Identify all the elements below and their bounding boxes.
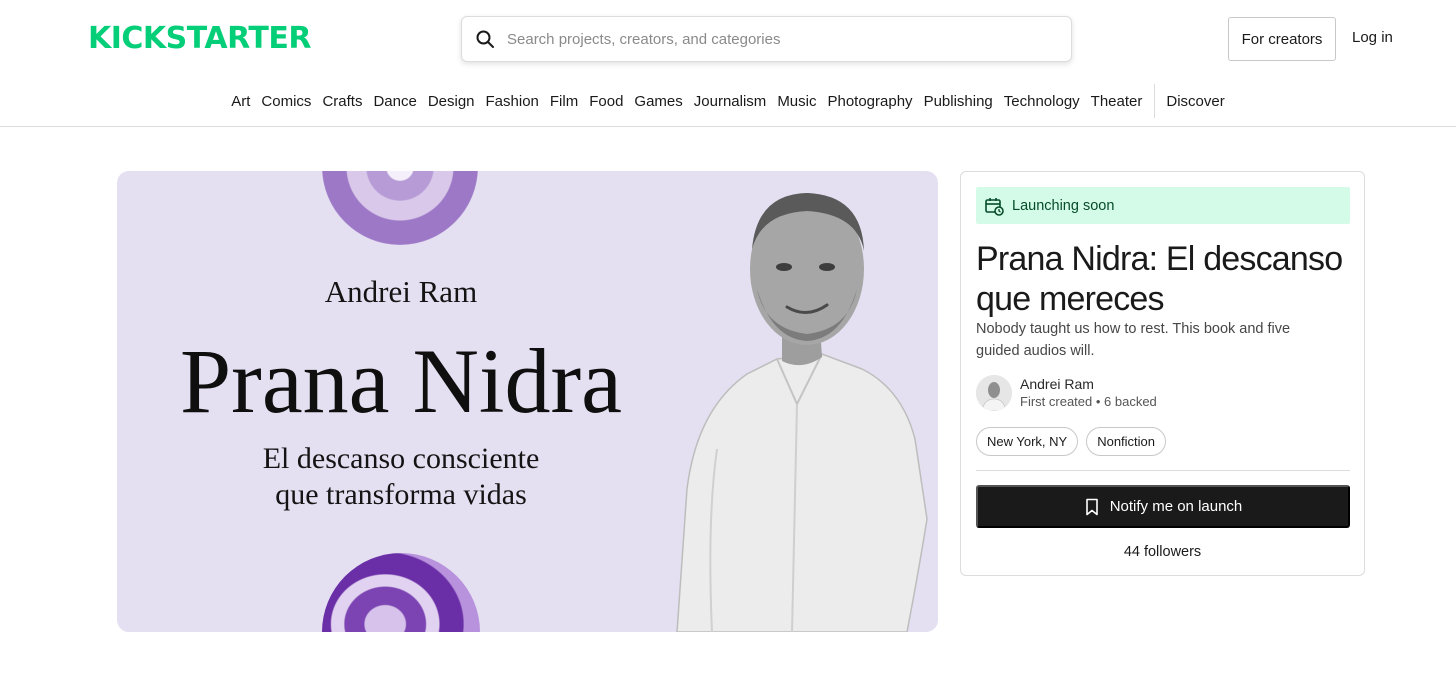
for-creators-button[interactable]: For creators (1228, 17, 1336, 61)
discover-link[interactable]: Discover (1161, 93, 1230, 110)
followers-count: 44 followers (1123, 544, 1202, 560)
kickstarter-logo[interactable]: KICKSTARTER (88, 24, 311, 54)
search-icon (476, 30, 494, 48)
project-description: Nobody taught us how to rest. This book … (976, 321, 1291, 359)
category-nav: Art Comics Crafts Dance Design Fashion F… (0, 84, 1456, 118)
category-art[interactable]: Art (226, 93, 256, 110)
category-publishing[interactable]: Publishing (918, 93, 998, 110)
category-photography[interactable]: Photography (822, 93, 918, 110)
notify-me-label: Notify me on launch (1109, 498, 1243, 515)
creator-meta: First created • 6 backed (1020, 394, 1157, 409)
project-sidebar-card: Launching soon Prana Nidra: El descanso … (960, 171, 1365, 576)
launching-soon-badge: Launching soon (976, 187, 1350, 224)
category-theater[interactable]: Theater (1085, 93, 1148, 110)
hero-title: Prana Nidra (180, 330, 622, 432)
creator-info[interactable]: Andrei Ram First created • 6 backed (976, 375, 1157, 411)
category-crafts[interactable]: Crafts (317, 93, 368, 110)
hero-author: Andrei Ram (324, 274, 478, 309)
hero-subtitle-line2: que transforma vidas (275, 478, 527, 511)
launching-soon-label: Launching soon (1012, 197, 1115, 214)
creator-avatar[interactable] (976, 375, 1012, 411)
search-bar[interactable] (461, 16, 1072, 62)
category-comics[interactable]: Comics (256, 93, 317, 110)
category-food[interactable]: Food (584, 93, 629, 110)
category-dance[interactable]: Dance (368, 93, 422, 110)
mandala-disc-top (322, 171, 478, 245)
calendar-clock-icon (985, 197, 1004, 216)
card-divider (976, 470, 1350, 471)
agate-disc-bottom (322, 553, 480, 632)
hero-subtitle-line1: El descanso consciente (262, 442, 540, 475)
login-link[interactable]: Log in (1352, 29, 1393, 46)
category-technology[interactable]: Technology (998, 93, 1085, 110)
category-games[interactable]: Games (629, 93, 688, 110)
bookmark-icon (1085, 498, 1098, 515)
search-input[interactable] (507, 30, 1047, 48)
category-fashion[interactable]: Fashion (480, 93, 544, 110)
category-music[interactable]: Music (772, 93, 822, 110)
creator-name[interactable]: Andrei Ram (1020, 375, 1157, 393)
category-film[interactable]: Film (544, 93, 583, 110)
project-title: Prana Nidra: El descanso que mereces (976, 240, 1343, 318)
project-hero-image[interactable]: Andrei Ram Prana Nidra El descanso consc… (117, 171, 938, 632)
tag-location[interactable]: New York, NY (976, 427, 1079, 456)
nav-divider (1153, 84, 1155, 118)
author-portrait (676, 193, 928, 632)
hero-subtitle: El descanso consciente que transforma vi… (117, 441, 685, 513)
notify-me-button[interactable]: Notify me on launch (976, 485, 1350, 528)
category-journalism[interactable]: Journalism (688, 93, 772, 110)
project-tags: New York, NY Nonfiction (976, 427, 1167, 456)
site-header: KICKSTARTER For creators Log in Art Comi… (0, 0, 1456, 127)
tag-category[interactable]: Nonfiction (1086, 427, 1167, 456)
category-design[interactable]: Design (422, 93, 480, 110)
